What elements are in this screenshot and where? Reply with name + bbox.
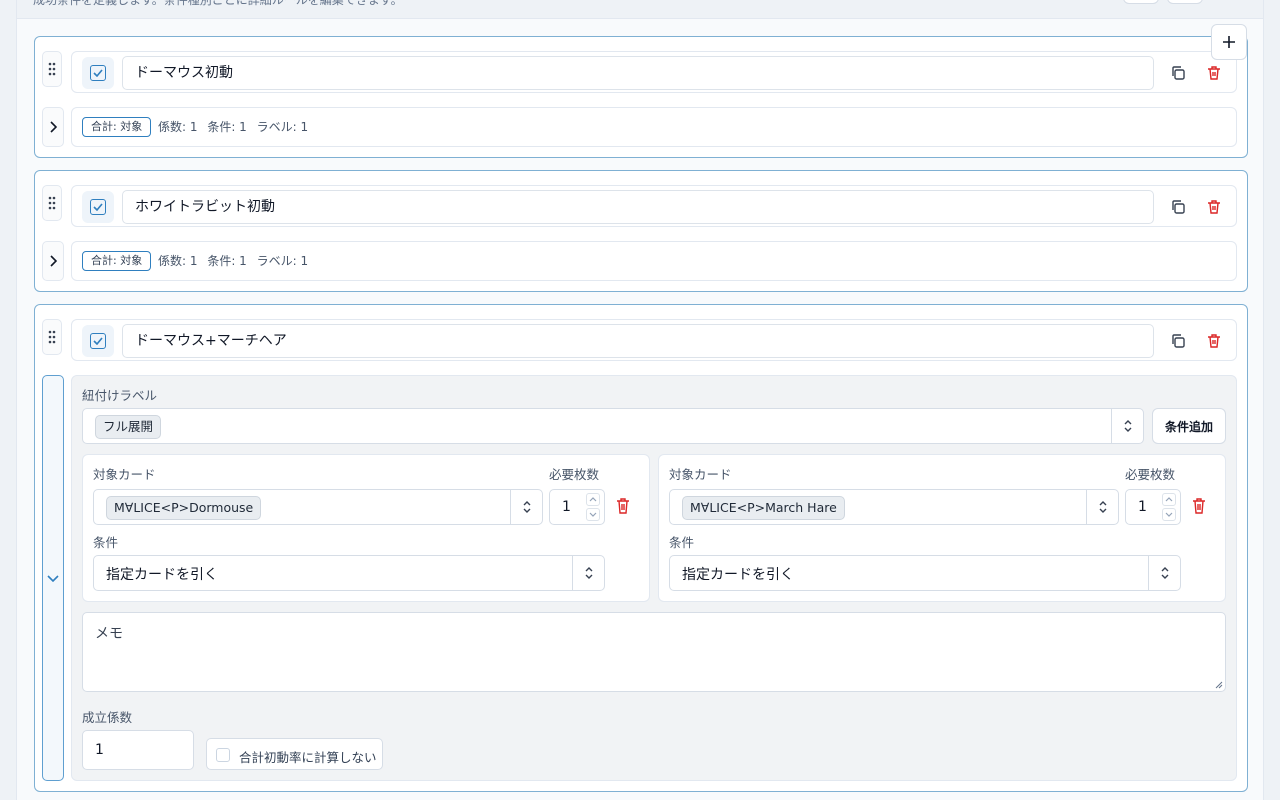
pattern-detail: 紐付けラベル フル展開 条件追加 対象カード 必要枚数 M∀LICE<P>Dor…: [71, 375, 1237, 781]
summary-label: ラベル: 1: [256, 254, 309, 268]
expand-toggle[interactable]: [42, 107, 64, 147]
drag-handle-icon[interactable]: [42, 319, 62, 355]
card-tag[interactable]: M∀LICE<P>Dormouse: [106, 496, 262, 520]
status-badge: 合計: 対象: [82, 251, 152, 271]
chevron-right-icon: [50, 121, 57, 133]
exclude-label: 合計初動率に計算しない: [239, 750, 377, 765]
drag-handle-icon[interactable]: [42, 51, 62, 87]
trash-icon[interactable]: [1202, 329, 1226, 353]
add-condition-button[interactable]: 条件追加: [1152, 408, 1226, 444]
chevron-down-icon[interactable]: [586, 508, 600, 521]
stepper-arrows[interactable]: [1162, 493, 1176, 521]
condition-card: 対象カード 必要枚数 M∀LICE<P>Dormouse 1 条件 指定カードを…: [82, 454, 650, 602]
copy-icon[interactable]: [1166, 329, 1190, 353]
count-value[interactable]: 1: [1138, 499, 1147, 515]
pattern-card: ドーマウス+マーチヘア 紐付けラベル フル展開 条件追加 対象カード 必要枚数 …: [34, 304, 1248, 792]
pattern-summary: 係数: 1 条件: 1 ラベル: 1: [158, 118, 314, 135]
header-button[interactable]: [1123, 0, 1159, 4]
factor-label: 成立係数: [82, 710, 133, 725]
pattern-name-input[interactable]: ホワイトラビット初動: [122, 190, 1154, 224]
pattern-header-row: ドーマウス初動: [71, 51, 1237, 93]
pattern-summary-row: 合計: 対象 係数: 1 条件: 1 ラベル: 1: [71, 241, 1237, 281]
summary-coef: 係数: 1: [158, 120, 198, 134]
enable-checkbox[interactable]: [82, 191, 114, 223]
exclude-from-total-toggle[interactable]: 合計初動率に計算しない: [206, 738, 383, 770]
pattern-card: ホワイトラビット初動 合計: 対象 係数: 1 条件: 1 ラベル: 1: [34, 170, 1248, 292]
label-select[interactable]: フル展開: [82, 408, 1144, 444]
collapse-toggle[interactable]: [42, 375, 64, 781]
status-badge: 合計: 対象: [82, 117, 152, 137]
summary-cond: 条件: 1: [207, 254, 247, 268]
copy-icon[interactable]: [1166, 61, 1190, 85]
panel-description: 成功条件を定義します。条件種別ごとに詳細ルールを編集できます。: [33, 0, 403, 7]
pattern-summary: 係数: 1 条件: 1 ラベル: 1: [158, 252, 314, 269]
card-tag[interactable]: M∀LICE<P>March Hare: [682, 496, 845, 520]
count-stepper[interactable]: 1: [549, 489, 605, 525]
trash-icon[interactable]: [1202, 195, 1226, 219]
summary-coef: 係数: 1: [158, 254, 198, 268]
condition-label: 条件: [93, 535, 119, 550]
trash-icon[interactable]: [615, 497, 631, 519]
count-value[interactable]: 1: [562, 499, 571, 515]
chevron-down-icon: [47, 575, 59, 582]
select-arrows-icon: [510, 490, 542, 524]
summary-label: ラベル: 1: [256, 120, 309, 134]
add-pattern-button[interactable]: [1211, 24, 1247, 60]
pattern-name-input[interactable]: ドーマウス+マーチヘア: [122, 324, 1154, 358]
select-arrows-icon: [1148, 556, 1180, 590]
expand-toggle[interactable]: [42, 241, 64, 281]
chevron-up-icon[interactable]: [586, 493, 600, 506]
select-arrows-icon: [572, 556, 604, 590]
summary-cond: 条件: 1: [207, 120, 247, 134]
memo-placeholder: メモ: [95, 626, 123, 642]
factor-input[interactable]: 1: [82, 730, 194, 770]
exclude-checkbox[interactable]: [216, 748, 230, 762]
enable-checkbox[interactable]: [82, 325, 114, 357]
trash-icon[interactable]: [1191, 497, 1207, 519]
header-button[interactable]: [1167, 0, 1203, 4]
stepper-arrows[interactable]: [586, 493, 600, 521]
enable-checkbox[interactable]: [82, 57, 114, 89]
chevron-up-icon[interactable]: [1162, 493, 1176, 506]
condition-card: 対象カード 必要枚数 M∀LICE<P>March Hare 1 条件 指定カー…: [658, 454, 1226, 602]
check-icon: [93, 203, 103, 211]
target-card-select[interactable]: M∀LICE<P>March Hare: [669, 489, 1119, 525]
select-arrows-icon: [1111, 409, 1143, 443]
condition-value: 指定カードを引く: [106, 567, 218, 583]
pattern-name-input[interactable]: ドーマウス初動: [122, 56, 1154, 90]
chevron-right-icon: [50, 255, 57, 267]
label-tag[interactable]: フル展開: [95, 415, 162, 439]
condition-select[interactable]: 指定カードを引く: [669, 555, 1181, 591]
pattern-header-row: ドーマウス+マーチヘア: [71, 319, 1237, 361]
pattern-header-row: ホワイトラビット初動: [71, 185, 1237, 227]
select-arrows-icon: [1086, 490, 1118, 524]
chevron-down-icon[interactable]: [1162, 508, 1176, 521]
count-stepper[interactable]: 1: [1125, 489, 1181, 525]
factor-value[interactable]: 1: [95, 742, 104, 758]
condition-value: 指定カードを引く: [682, 567, 794, 583]
condition-label: 条件: [669, 535, 695, 550]
target-card-select[interactable]: M∀LICE<P>Dormouse: [93, 489, 543, 525]
pattern-card: ドーマウス初動 合計: 対象 係数: 1 条件: 1 ラベル: 1: [34, 36, 1248, 158]
plus-icon: [1223, 36, 1235, 48]
required-count-label: 必要枚数: [549, 467, 600, 482]
resize-handle-icon[interactable]: [1215, 681, 1223, 689]
label-section-title: 紐付けラベル: [82, 388, 158, 403]
check-icon: [93, 69, 103, 77]
condition-select[interactable]: 指定カードを引く: [93, 555, 605, 591]
target-card-label: 対象カード: [93, 467, 156, 482]
target-card-label: 対象カード: [669, 467, 732, 482]
pattern-summary-row: 合計: 対象 係数: 1 条件: 1 ラベル: 1: [71, 107, 1237, 147]
required-count-label: 必要枚数: [1125, 467, 1176, 482]
panel-header: 成功条件を定義します。条件種別ごとに詳細ルールを編集できます。: [17, 0, 1263, 19]
copy-icon[interactable]: [1166, 195, 1190, 219]
memo-textarea[interactable]: メモ: [82, 612, 1226, 692]
drag-handle-icon[interactable]: [42, 185, 62, 221]
trash-icon[interactable]: [1202, 61, 1226, 85]
pattern-editor-panel: 成功条件を定義します。条件種別ごとに詳細ルールを編集できます。 ドーマウス初動 …: [16, 0, 1264, 800]
check-icon: [93, 337, 103, 345]
